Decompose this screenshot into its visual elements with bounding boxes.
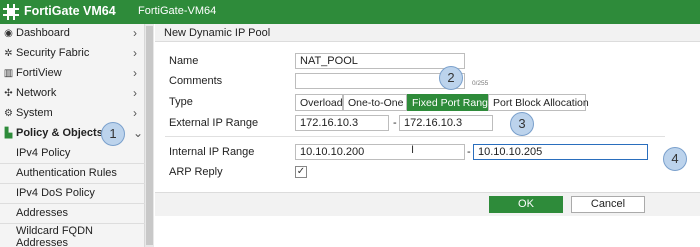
top-bar: FortiGate VM64 FortiGate-VM64 (0, 0, 700, 24)
sidebar-subitem-label: IPv4 DoS Policy (16, 187, 95, 199)
sidebar-subitem-ipv4-policy[interactable]: IPv4 Policy (0, 144, 145, 164)
arp-reply-checkbox[interactable]: ✓ (295, 166, 307, 178)
sidebar-item-dashboard[interactable]: ◉ Dashboard › (0, 24, 145, 44)
external-ip-range-label: External IP Range (169, 117, 259, 129)
internal-ip-range-label: Internal IP Range (169, 146, 255, 158)
comments-char-counter: 0/255 (472, 80, 489, 87)
page-title: New Dynamic IP Pool (164, 27, 271, 39)
name-input[interactable]: NAT_POOL (295, 53, 465, 69)
range-separator: - (467, 146, 471, 158)
sidebar-item-label: Policy & Objects (16, 127, 103, 139)
sidebar-subitem-addresses[interactable]: Addresses (0, 204, 145, 224)
sidebar-item-network[interactable]: ✣ Network › (0, 84, 145, 104)
sidebar-item-label: Security Fabric (16, 47, 90, 59)
fortinet-logo-icon (3, 4, 19, 20)
policy-icon: ▙ (4, 128, 13, 139)
dialog-footer: OK Cancel (155, 192, 700, 216)
sidebar-item-security-fabric[interactable]: ✲ Security Fabric › (0, 44, 145, 64)
text-cursor-icon: I (411, 144, 415, 156)
range-separator: - (393, 117, 397, 129)
callout-marker: 2 (439, 66, 463, 90)
fortiview-icon: ▥ (3, 68, 14, 79)
gear-icon: ⚙ (4, 108, 13, 119)
chevron-down-icon: ⌄ (133, 126, 144, 140)
external-ip-end-input[interactable]: 172.16.10.3 (399, 115, 493, 131)
product-name: FortiGate VM64 (24, 4, 116, 18)
cancel-button[interactable]: Cancel (571, 196, 645, 213)
sidebar-item-system[interactable]: ⚙ System › (0, 104, 145, 124)
type-option-one-to-one[interactable]: One-to-One (343, 94, 407, 111)
divider (165, 136, 665, 137)
type-option-fixed-port-range[interactable]: Fixed Port Range (407, 94, 494, 111)
dashboard-icon: ◉ (4, 28, 13, 39)
arp-reply-label: ARP Reply (169, 166, 223, 178)
sidebar-subitem-authentication-rules[interactable]: Authentication Rules (0, 164, 145, 184)
hostname[interactable]: FortiGate-VM64 (138, 5, 216, 17)
type-option-overload[interactable]: Overload (295, 94, 343, 111)
sidebar-subitem-label: Addresses (16, 207, 68, 219)
main-panel: New Dynamic IP Pool Name NAT_POOL Commen… (155, 24, 700, 247)
external-ip-start-input[interactable]: 172.16.10.3 (295, 115, 389, 131)
sidebar-subitem-wildcard-fqdn-addresses[interactable]: Addresses (0, 234, 145, 247)
sidebar-subitem-label: Authentication Rules (16, 167, 117, 179)
sidebar-item-fortiview[interactable]: ▥ FortiView › (0, 64, 145, 84)
chevron-right-icon: › (133, 86, 137, 100)
page-title-bar: New Dynamic IP Pool (155, 24, 700, 42)
sidebar-item-label: Network (16, 87, 57, 99)
scrollbar-thumb[interactable] (146, 26, 153, 245)
comments-label: Comments (169, 75, 223, 87)
sidebar-subitem-ipv4-dos-policy[interactable]: IPv4 DoS Policy (0, 184, 145, 204)
chevron-right-icon: › (133, 66, 137, 80)
chevron-right-icon: › (133, 26, 137, 40)
type-option-port-block-allocation[interactable]: Port Block Allocation (488, 94, 589, 111)
chevron-right-icon: › (133, 106, 137, 120)
callout-marker: 4 (663, 147, 687, 171)
sidebar-subitem-label: IPv4 Policy (16, 147, 71, 159)
sidebar-item-label: System (16, 107, 53, 119)
security-fabric-icon: ✲ (4, 48, 13, 59)
network-icon: ✣ (4, 88, 13, 99)
name-label: Name (169, 55, 199, 67)
sidebar-scrollbar[interactable] (145, 24, 154, 247)
internal-ip-start-input[interactable]: 10.10.10.200 (295, 144, 465, 160)
chevron-right-icon: › (133, 46, 137, 60)
callout-marker: 1 (101, 122, 125, 146)
callout-marker: 3 (510, 112, 534, 136)
ok-button[interactable]: OK (489, 196, 563, 213)
internal-ip-end-input[interactable]: 10.10.10.205 (473, 144, 648, 160)
sidebar-item-label: FortiView (16, 67, 62, 79)
type-label: Type (169, 96, 193, 108)
sidebar-item-label: Dashboard (16, 27, 70, 39)
sidebar-subitem-label: Addresses (16, 237, 68, 247)
